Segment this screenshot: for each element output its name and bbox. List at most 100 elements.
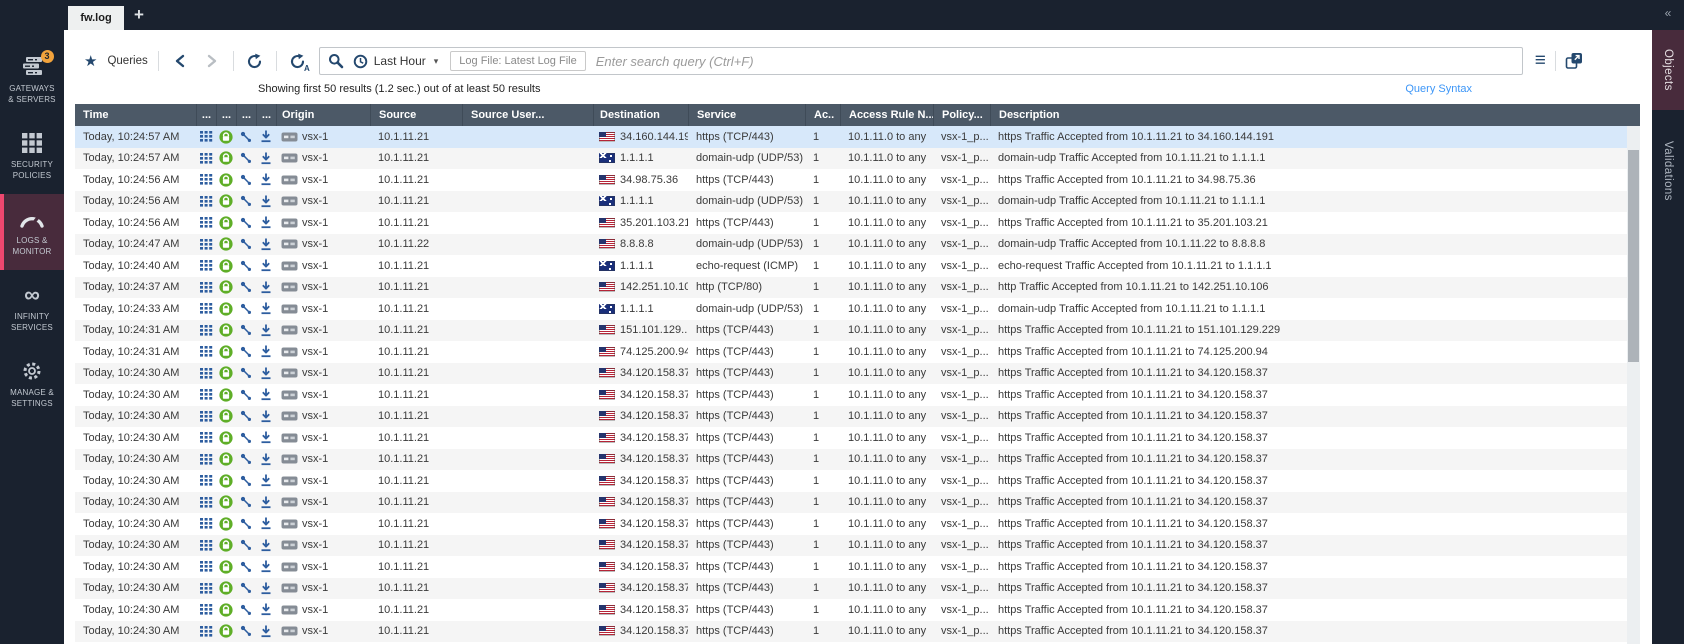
time-cell: Today, 10:24:30 AM bbox=[75, 427, 196, 449]
gateway-icon bbox=[281, 261, 298, 271]
action-accept-icon bbox=[216, 363, 236, 385]
auto-refresh-button[interactable]: A bbox=[287, 50, 309, 72]
column-header[interactable]: Policy... bbox=[933, 104, 990, 126]
table-row[interactable]: Today, 10:24:56 AM bbox=[75, 169, 1627, 191]
access-rule-cell: 1 bbox=[805, 277, 840, 299]
table-row[interactable]: Today, 10:24:57 AM bbox=[75, 148, 1627, 170]
search-input[interactable] bbox=[596, 54, 1514, 69]
access-rule-name-cell: 10.1.11.0 to any bbox=[840, 535, 933, 557]
source-cell: 10.1.11.21 bbox=[370, 341, 462, 363]
tab-objects[interactable]: Objects bbox=[1652, 30, 1684, 110]
forward-button[interactable] bbox=[201, 50, 223, 72]
collapse-panel-icon[interactable]: « bbox=[1652, 6, 1684, 20]
table-row[interactable]: Today, 10:24:30 AM bbox=[75, 449, 1627, 471]
column-header[interactable]: Service bbox=[688, 104, 805, 126]
log-type-icon bbox=[256, 169, 276, 191]
action-accept-icon bbox=[216, 126, 236, 148]
security-policies-icon bbox=[22, 131, 42, 155]
column-header[interactable]: Origin bbox=[276, 104, 370, 126]
policy-cell: vsx-1_p... bbox=[933, 191, 990, 213]
description-cell: https Traffic Accepted from 10.1.11.21 t… bbox=[990, 513, 1627, 535]
access-rule-cell: 1 bbox=[805, 599, 840, 621]
connection-icon bbox=[236, 298, 256, 320]
queries-star-icon[interactable]: ★ bbox=[84, 52, 97, 70]
connection-icon bbox=[236, 578, 256, 600]
sidebar-item-manage-settings[interactable]: MANAGE &SETTINGS bbox=[0, 346, 64, 422]
tab-fw-log[interactable]: fw.log bbox=[68, 6, 124, 30]
blade-grid-icon bbox=[196, 578, 216, 600]
table-row[interactable]: Today, 10:24:30 AM bbox=[75, 384, 1627, 406]
column-header[interactable]: Source bbox=[370, 104, 462, 126]
new-tab-button[interactable]: + bbox=[128, 4, 150, 26]
table-row[interactable]: Today, 10:24:56 AM bbox=[75, 212, 1627, 234]
table-row[interactable]: Today, 10:24:31 AM bbox=[75, 320, 1627, 342]
blade-grid-icon bbox=[196, 126, 216, 148]
table-row[interactable]: Today, 10:24:30 AM bbox=[75, 406, 1627, 428]
table-row[interactable]: Today, 10:24:30 AM bbox=[75, 427, 1627, 449]
column-header[interactable]: Source User... bbox=[462, 104, 593, 126]
access-rule-name-cell: 10.1.11.0 to any bbox=[840, 212, 933, 234]
query-syntax-link[interactable]: Query Syntax bbox=[1405, 83, 1472, 95]
description-cell: https Traffic Accepted from 10.1.11.21 t… bbox=[990, 363, 1627, 385]
column-header[interactable]: Destination bbox=[593, 104, 688, 126]
search-bar[interactable]: Last Hour ▾ Log File: Latest Log File bbox=[319, 47, 1523, 75]
tab-validations[interactable]: Validations bbox=[1652, 116, 1684, 226]
table-row[interactable]: Today, 10:24:47 AM bbox=[75, 234, 1627, 256]
logs-monitor-icon bbox=[19, 207, 45, 231]
sidebar-item-logs-monitor[interactable]: LOGS &MONITOR bbox=[0, 194, 64, 270]
policy-cell: vsx-1_p... bbox=[933, 255, 990, 277]
right-panel-strip: « Objects Validations bbox=[1652, 0, 1684, 644]
table-row[interactable]: Today, 10:24:30 AM bbox=[75, 363, 1627, 385]
column-header[interactable]: Ac.. bbox=[805, 104, 840, 126]
table-row[interactable]: Today, 10:24:30 AM bbox=[75, 556, 1627, 578]
column-header[interactable]: ... bbox=[236, 104, 256, 126]
column-header[interactable]: Time bbox=[75, 104, 196, 126]
table-row[interactable]: Today, 10:24:57 AM bbox=[75, 126, 1627, 148]
policy-cell: vsx-1_p... bbox=[933, 535, 990, 557]
table-row[interactable]: Today, 10:24:30 AM bbox=[75, 492, 1627, 514]
gateway-icon bbox=[281, 239, 298, 249]
table-row[interactable]: Today, 10:24:56 AM bbox=[75, 191, 1627, 213]
column-header[interactable]: ... bbox=[216, 104, 236, 126]
source-cell: 10.1.11.21 bbox=[370, 384, 462, 406]
sidebar-item-gateways-servers[interactable]: 3 GATEWAYS& SERVERS bbox=[0, 42, 64, 118]
log-file-filter-chip[interactable]: Log File: Latest Log File bbox=[450, 51, 585, 71]
description-cell: https Traffic Accepted from 10.1.11.21 t… bbox=[990, 599, 1627, 621]
destination-cell: 34.120.158.37 bbox=[593, 599, 688, 621]
sidebar-item-security-policies[interactable]: SECURITYPOLICIES bbox=[0, 118, 64, 194]
vertical-scrollbar[interactable] bbox=[1627, 126, 1640, 644]
back-button[interactable] bbox=[169, 50, 191, 72]
table-row[interactable]: Today, 10:24:30 AM bbox=[75, 578, 1627, 600]
menu-icon[interactable]: ≡ bbox=[1535, 52, 1546, 70]
open-in-new-window-icon[interactable] bbox=[1565, 52, 1583, 70]
scrollbar-thumb[interactable] bbox=[1628, 150, 1639, 362]
table-row[interactable]: Today, 10:24:30 AM bbox=[75, 470, 1627, 492]
source-cell: 10.1.11.21 bbox=[370, 513, 462, 535]
column-header[interactable]: ... bbox=[256, 104, 276, 126]
table-row[interactable]: Today, 10:24:33 AM bbox=[75, 298, 1627, 320]
table-row[interactable]: Today, 10:24:37 AM bbox=[75, 277, 1627, 299]
table-row[interactable]: Today, 10:24:31 AM bbox=[75, 341, 1627, 363]
table-row[interactable]: Today, 10:24:40 AM bbox=[75, 255, 1627, 277]
log-table-header: Time............OriginSourceSource User.… bbox=[75, 104, 1640, 126]
action-accept-icon bbox=[216, 492, 236, 514]
table-row[interactable]: Today, 10:24:30 AM bbox=[75, 513, 1627, 535]
table-row[interactable]: Today, 10:24:30 AM bbox=[75, 599, 1627, 621]
column-header[interactable]: ... bbox=[196, 104, 216, 126]
sidebar-item-infinity-services[interactable]: ∞ INFINITYSERVICES bbox=[0, 270, 64, 346]
source-user-cell bbox=[462, 556, 593, 578]
column-header[interactable]: Description bbox=[990, 104, 1640, 126]
time-filter-dropdown[interactable]: Last Hour ▾ bbox=[353, 54, 439, 69]
destination-cell: 34.120.158.37 bbox=[593, 621, 688, 643]
log-type-icon bbox=[256, 621, 276, 643]
queries-button[interactable]: Queries bbox=[107, 55, 147, 67]
table-row[interactable]: Today, 10:24:30 AM bbox=[75, 621, 1627, 643]
access-rule-name-cell: 10.1.11.0 to any bbox=[840, 126, 933, 148]
access-rule-cell: 1 bbox=[805, 234, 840, 256]
column-header[interactable]: Access Rule N... bbox=[840, 104, 933, 126]
access-rule-cell: 1 bbox=[805, 169, 840, 191]
connection-icon bbox=[236, 599, 256, 621]
table-row[interactable]: Today, 10:24:30 AM bbox=[75, 535, 1627, 557]
service-cell: domain-udp (UDP/53) bbox=[688, 234, 805, 256]
refresh-button[interactable] bbox=[244, 50, 266, 72]
